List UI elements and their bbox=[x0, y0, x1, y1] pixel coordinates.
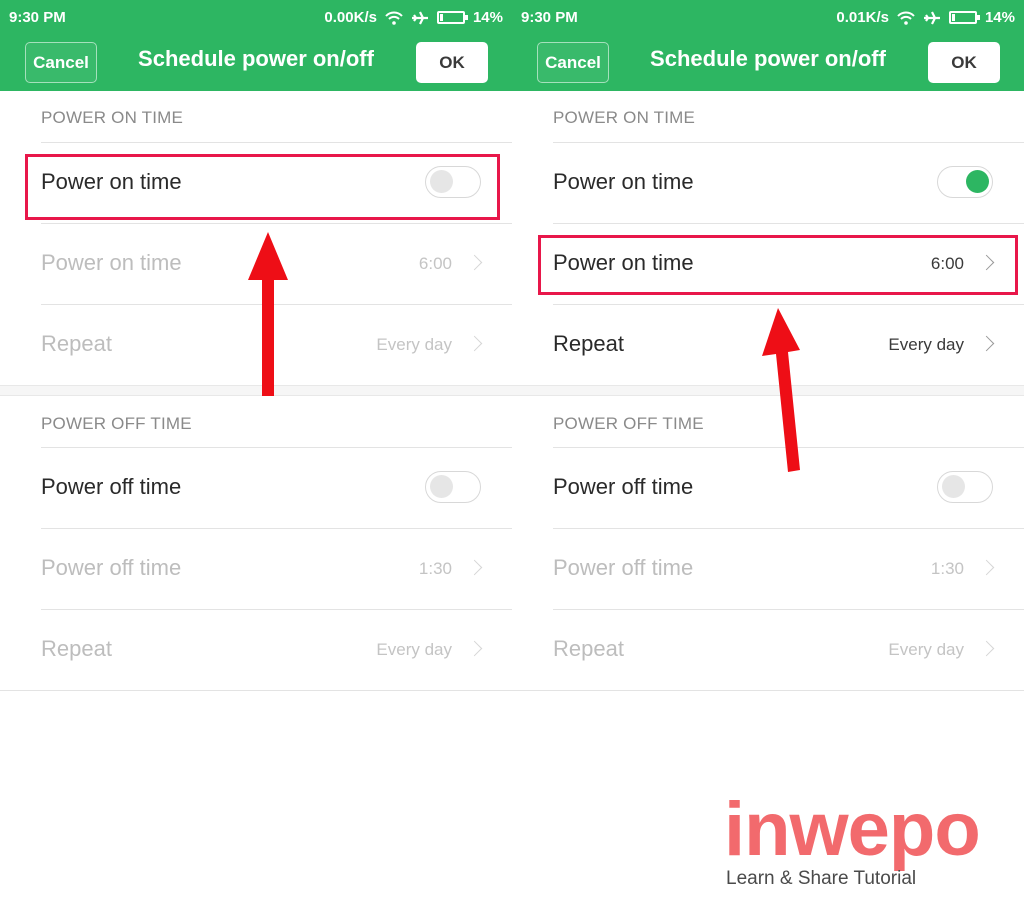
airplane-mode-icon bbox=[411, 11, 429, 25]
ok-button[interactable]: OK bbox=[928, 42, 1000, 83]
screen-left: 9:30 PM 0.00K/s 14% Cancel Schedule powe… bbox=[0, 0, 512, 910]
power-on-time-value: 6:00 bbox=[930, 254, 964, 273]
power-off-time-label: Power off time bbox=[553, 555, 694, 580]
wifi-icon bbox=[385, 11, 403, 25]
toggle-knob bbox=[942, 475, 965, 498]
arrow-up-icon bbox=[762, 308, 800, 472]
power-on-repeat-label: Repeat bbox=[553, 331, 624, 356]
power-off-time-value: 1:30 bbox=[930, 559, 964, 578]
power-on-toggle[interactable] bbox=[425, 166, 481, 198]
chevron-right-icon bbox=[466, 254, 483, 271]
power-on-time-row[interactable]: Power on time 6:00 bbox=[512, 224, 1024, 304]
arrow-up-icon bbox=[248, 232, 288, 396]
watermark-brand: inwepo bbox=[724, 787, 981, 872]
section-label-power-off: POWER OFF TIME bbox=[41, 414, 192, 433]
status-time: 9:30 PM bbox=[9, 9, 66, 26]
chevron-right-icon bbox=[466, 640, 483, 657]
battery-icon bbox=[948, 11, 980, 24]
battery-percent: 14% bbox=[472, 9, 503, 26]
power-off-repeat-value: Every day bbox=[888, 640, 964, 659]
status-indicators: 0.00K/s 14% bbox=[324, 9, 503, 26]
wifi-icon bbox=[897, 11, 915, 25]
watermark-logo: inwepo Learn & Share Tutorial bbox=[724, 787, 1014, 898]
power-off-time-value: 1:30 bbox=[418, 559, 452, 578]
network-speed: 0.00K/s bbox=[324, 9, 377, 26]
power-off-toggle[interactable] bbox=[425, 471, 481, 503]
power-on-time-value: 6:00 bbox=[418, 254, 452, 273]
toggle-knob bbox=[430, 475, 453, 498]
power-off-toggle-row[interactable]: Power off time bbox=[0, 448, 512, 528]
chevron-right-icon bbox=[978, 640, 995, 657]
power-on-toggle-label: Power on time bbox=[553, 169, 694, 194]
app-header: Cancel Schedule power on/off OK bbox=[0, 36, 512, 91]
power-off-toggle-label: Power off time bbox=[553, 474, 694, 499]
network-speed: 0.01K/s bbox=[836, 9, 889, 26]
chevron-right-icon bbox=[466, 559, 483, 576]
divider bbox=[512, 690, 1024, 691]
divider bbox=[0, 690, 512, 691]
power-off-toggle-label: Power off time bbox=[41, 474, 182, 499]
chevron-right-icon bbox=[978, 335, 995, 352]
power-off-repeat-row[interactable]: Repeat Every day bbox=[0, 610, 512, 690]
status-bar: 9:30 PM 0.01K/s 14% bbox=[512, 0, 1024, 36]
watermark-tagline: Learn & Share Tutorial bbox=[726, 868, 917, 889]
section-label-power-on: POWER ON TIME bbox=[553, 108, 696, 127]
power-off-repeat-label: Repeat bbox=[553, 636, 624, 661]
battery-icon bbox=[436, 11, 468, 24]
power-on-toggle-label: Power on time bbox=[41, 169, 182, 194]
power-off-repeat-value: Every day bbox=[376, 640, 452, 659]
power-on-toggle-row[interactable]: Power on time bbox=[512, 143, 1024, 223]
power-on-toggle[interactable] bbox=[937, 166, 993, 198]
power-on-repeat-value: Every day bbox=[376, 335, 452, 354]
app-header: Cancel Schedule power on/off OK bbox=[512, 36, 1024, 91]
power-off-time-label: Power off time bbox=[41, 555, 182, 580]
chevron-right-icon bbox=[978, 254, 995, 271]
chevron-right-icon bbox=[466, 335, 483, 352]
power-off-repeat-row[interactable]: Repeat Every day bbox=[512, 610, 1024, 690]
toggle-knob bbox=[430, 170, 453, 193]
battery-percent: 14% bbox=[984, 9, 1015, 26]
power-on-repeat-label: Repeat bbox=[41, 331, 112, 356]
section-label-power-off: POWER OFF TIME bbox=[553, 414, 704, 433]
power-off-time-row[interactable]: Power off time 1:30 bbox=[512, 529, 1024, 609]
power-on-toggle-row[interactable]: Power on time bbox=[0, 143, 512, 223]
status-time: 9:30 PM bbox=[521, 9, 578, 26]
power-on-repeat-value: Every day bbox=[888, 335, 964, 354]
power-on-time-label: Power on time bbox=[553, 250, 694, 275]
section-label-power-on: POWER ON TIME bbox=[41, 108, 184, 127]
chevron-right-icon bbox=[978, 559, 995, 576]
status-bar: 9:30 PM 0.00K/s 14% bbox=[0, 0, 512, 36]
toggle-knob bbox=[966, 170, 989, 193]
status-indicators: 0.01K/s 14% bbox=[836, 9, 1015, 26]
power-off-time-row[interactable]: Power off time 1:30 bbox=[0, 529, 512, 609]
power-off-repeat-label: Repeat bbox=[41, 636, 112, 661]
ok-button[interactable]: OK bbox=[416, 42, 488, 83]
power-on-time-label: Power on time bbox=[41, 250, 182, 275]
airplane-mode-icon bbox=[923, 11, 941, 25]
power-off-toggle[interactable] bbox=[937, 471, 993, 503]
